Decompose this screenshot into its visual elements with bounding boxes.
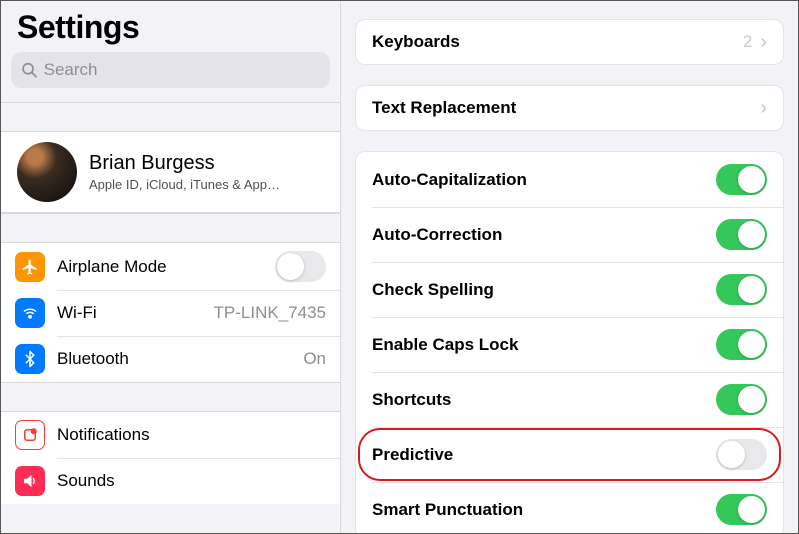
sidebar-item-wifi[interactable]: Wi-Fi TP-LINK_7435 [1, 290, 340, 336]
airplane-icon [15, 252, 45, 282]
predictive-toggle[interactable] [716, 439, 767, 470]
sidebar-item-sounds[interactable]: Sounds [1, 458, 340, 504]
text-replacement-row[interactable]: Text Replacement › [356, 86, 783, 130]
airplane-toggle[interactable] [275, 251, 326, 282]
smart-punctuation-toggle[interactable] [716, 494, 767, 525]
row-label: Wi-Fi [57, 303, 214, 323]
keyboards-card: Keyboards 2 › [355, 19, 784, 65]
row-label: Smart Punctuation [372, 500, 716, 520]
section-gap [1, 213, 340, 243]
chevron-right-icon: › [760, 98, 767, 118]
toggle-row-enable-caps-lock[interactable]: Enable Caps Lock [356, 317, 783, 372]
row-label: Airplane Mode [57, 257, 275, 277]
search-container [1, 52, 340, 102]
row-label: Auto-Correction [372, 225, 716, 245]
detail-pane: Keyboards 2 › Text Replacement › Auto-Ca… [341, 1, 798, 533]
row-label: Sounds [57, 471, 326, 491]
auto-capitalization-toggle[interactable] [716, 164, 767, 195]
enable-caps-lock-toggle[interactable] [716, 329, 767, 360]
sidebar-group-connectivity: Airplane Mode Wi-Fi TP-LINK_7435 Bluetoo… [1, 243, 340, 382]
row-label: Notifications [57, 425, 326, 445]
keyboards-count: 2 [743, 32, 752, 52]
profile-row[interactable]: Brian Burgess Apple ID, iCloud, iTunes &… [1, 132, 340, 213]
search-icon [21, 61, 38, 79]
search-field[interactable] [11, 52, 330, 88]
chevron-right-icon: › [760, 32, 767, 52]
sidebar-item-airplane-mode[interactable]: Airplane Mode [1, 243, 340, 290]
section-gap [1, 382, 340, 412]
auto-correction-toggle[interactable] [716, 219, 767, 250]
section-gap [1, 102, 340, 132]
toggle-row-auto-capitalization[interactable]: Auto-Capitalization [356, 152, 783, 207]
row-label: Shortcuts [372, 390, 716, 410]
row-label: Predictive [372, 445, 716, 465]
shortcuts-toggle[interactable] [716, 384, 767, 415]
page-title: Settings [1, 1, 340, 52]
sidebar-item-notifications[interactable]: Notifications [1, 412, 340, 458]
notifications-icon [15, 420, 45, 450]
keyboards-row[interactable]: Keyboards 2 › [356, 20, 783, 64]
bluetooth-icon [15, 344, 45, 374]
row-label: Bluetooth [57, 349, 303, 369]
row-label: Check Spelling [372, 280, 716, 300]
bluetooth-value: On [303, 349, 326, 369]
toggle-row-smart-punctuation[interactable]: Smart Punctuation [356, 482, 783, 533]
sidebar-group-alerts: Notifications Sounds [1, 412, 340, 504]
row-label: Enable Caps Lock [372, 335, 716, 355]
toggle-row-predictive[interactable]: Predictive [356, 427, 783, 482]
keyboard-toggles-card: Auto-Capitalization Auto-Correction Check … [355, 151, 784, 533]
row-label: Text Replacement [372, 98, 760, 118]
avatar [17, 142, 77, 202]
profile-subtitle: Apple ID, iCloud, iTunes & App… [89, 177, 280, 192]
check-spelling-toggle[interactable] [716, 274, 767, 305]
search-input[interactable] [44, 60, 320, 80]
profile-name: Brian Burgess [89, 152, 280, 175]
sidebar-item-bluetooth[interactable]: Bluetooth On [1, 336, 340, 382]
toggle-row-shortcuts[interactable]: Shortcuts [356, 372, 783, 427]
wifi-value: TP-LINK_7435 [214, 303, 326, 323]
text-replacement-card: Text Replacement › [355, 85, 784, 131]
toggle-row-auto-correction[interactable]: Auto-Correction [356, 207, 783, 262]
sounds-icon [15, 466, 45, 496]
toggle-row-check-spelling[interactable]: Check Spelling [356, 262, 783, 317]
row-label: Auto-Capitalization [372, 170, 716, 190]
row-label: Keyboards [372, 32, 743, 52]
sidebar: Settings Brian Burgess Apple ID, iCloud,… [1, 1, 341, 533]
profile-text: Brian Burgess Apple ID, iCloud, iTunes &… [89, 152, 280, 192]
wifi-icon [15, 298, 45, 328]
